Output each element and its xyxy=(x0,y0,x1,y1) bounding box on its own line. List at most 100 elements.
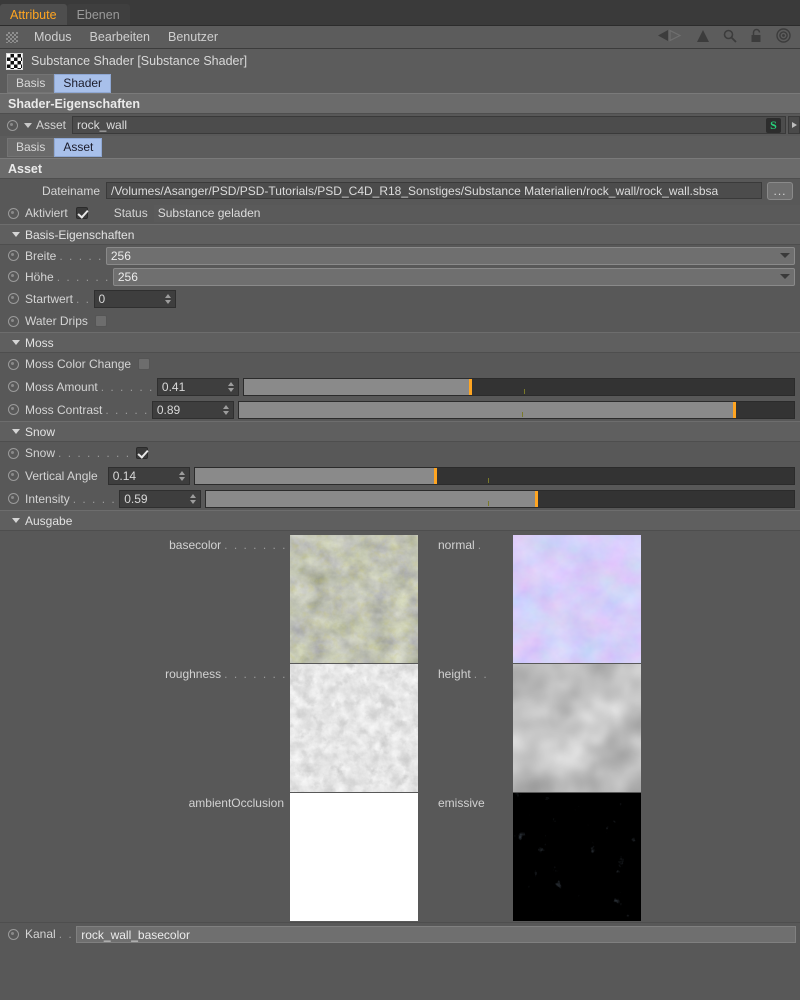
group-moss[interactable]: Moss xyxy=(0,332,800,353)
moss-color-change-anim-radio-icon[interactable] xyxy=(8,358,19,370)
startwert-dots: . . xyxy=(76,291,91,306)
moss-amount-dots: . . . . . . xyxy=(100,379,154,394)
tab-attribute[interactable]: Attribute xyxy=(0,4,67,26)
channel-value-field[interactable]: rock_wall_basecolor xyxy=(76,925,796,943)
moss-contrast-anim-radio-icon[interactable] xyxy=(8,404,19,415)
thumbnail-height[interactable] xyxy=(513,664,641,792)
lock-icon[interactable] xyxy=(750,28,763,46)
menu-bearbeiten[interactable]: Bearbeiten xyxy=(81,26,159,48)
output-row: ambientOcclusion emissive xyxy=(0,793,800,922)
startwert-anim-radio-icon[interactable] xyxy=(8,293,19,304)
output-row: basecolor . . . . . . . normal . xyxy=(0,535,800,664)
thumbnail-emissive[interactable] xyxy=(513,793,641,921)
row-moss-color-change: Moss Color Change xyxy=(0,353,800,375)
asset-open-button[interactable] xyxy=(788,116,800,134)
target-icon[interactable] xyxy=(776,28,791,46)
thumbnail-basecolor[interactable] xyxy=(290,535,418,663)
breite-anim-radio-icon[interactable] xyxy=(8,250,19,261)
group-snow[interactable]: Snow xyxy=(0,421,800,442)
browse-button[interactable]: ... xyxy=(767,181,793,200)
moss-contrast-dots: . . . . . xyxy=(105,402,149,417)
spinner-arrows-icon[interactable] xyxy=(178,470,185,481)
back-arrow-icon[interactable] xyxy=(657,29,683,45)
roughness-label: roughness xyxy=(165,667,222,681)
moss-contrast-slider[interactable] xyxy=(237,400,795,419)
water-drips-anim-radio-icon[interactable] xyxy=(8,315,19,327)
chevron-down-icon xyxy=(12,518,20,523)
row-startwert: Startwert . . 0 xyxy=(0,287,800,310)
row-intensity: Intensity . . . . . 0.59 xyxy=(0,487,800,510)
chevron-down-icon xyxy=(12,340,20,345)
output-cell-emissive: emissive xyxy=(418,793,513,922)
snow-checkbox[interactable] xyxy=(135,447,148,459)
enabled-anim-radio-icon[interactable] xyxy=(8,207,19,219)
section-header-shader-properties: Shader-Eigenschaften xyxy=(0,93,800,114)
object-tab-basis[interactable]: Basis xyxy=(7,73,55,93)
enabled-checkbox[interactable] xyxy=(75,207,88,219)
hoehe-dropdown[interactable]: 256 xyxy=(112,267,795,286)
snow-anim-radio-icon[interactable] xyxy=(8,447,19,459)
breite-dropdown[interactable]: 256 xyxy=(105,246,795,265)
slider-tick xyxy=(524,388,526,394)
slider-handle[interactable] xyxy=(535,490,539,507)
shader-tab-basis[interactable]: Basis xyxy=(7,137,55,157)
chevron-down-icon xyxy=(12,429,20,434)
asset-chevron-right-icon[interactable] xyxy=(24,122,32,128)
moss-contrast-value: 0.89 xyxy=(156,402,181,417)
asset-link-field[interactable]: rock_wall S xyxy=(72,116,786,134)
group-ausgabe[interactable]: Ausgabe xyxy=(0,510,800,531)
slider-handle[interactable] xyxy=(732,401,736,418)
moss-contrast-stepper[interactable]: 0.89 xyxy=(151,400,234,419)
intensity-anim-radio-icon[interactable] xyxy=(8,493,19,504)
water-drips-label: Water Drips xyxy=(25,314,88,328)
moss-color-change-checkbox[interactable] xyxy=(138,358,151,370)
channel-anim-radio-icon[interactable] xyxy=(8,928,19,940)
group-basis-properties[interactable]: Basis-Eigenschaften xyxy=(0,224,800,245)
startwert-value: 0 xyxy=(98,291,106,306)
vertical-angle-stepper[interactable]: 0.14 xyxy=(107,466,190,485)
thumbnail-normal[interactable] xyxy=(513,535,641,663)
page-title: Substance Shader [Substance Shader] xyxy=(31,54,248,68)
chevron-down-icon xyxy=(780,253,790,258)
spinner-arrows-icon[interactable] xyxy=(222,404,229,415)
menu-modus[interactable]: Modus xyxy=(25,26,81,48)
vertical-angle-anim-radio-icon[interactable] xyxy=(8,470,19,481)
section-header-asset: Asset xyxy=(0,158,800,179)
menu-benutzer[interactable]: Benutzer xyxy=(159,26,227,48)
breite-label: Breite xyxy=(25,248,57,263)
row-moss-contrast: Moss Contrast . . . . . 0.89 xyxy=(0,398,800,421)
moss-amount-anim-radio-icon[interactable] xyxy=(8,381,19,392)
tab-ebenen[interactable]: Ebenen xyxy=(66,4,130,26)
group-moss-label: Moss xyxy=(25,335,54,350)
asset-anim-radio-icon[interactable] xyxy=(7,119,18,131)
slider-handle[interactable] xyxy=(434,467,438,484)
shader-tab-asset[interactable]: Asset xyxy=(54,137,103,157)
hoehe-anim-radio-icon[interactable] xyxy=(8,271,19,282)
water-drips-checkbox[interactable] xyxy=(94,315,107,327)
breite-dots: . . . . . xyxy=(59,248,103,263)
grip-dots-icon[interactable] xyxy=(6,31,18,43)
thumbnail-ambientocclusion[interactable] xyxy=(290,793,418,921)
moss-amount-slider[interactable] xyxy=(242,377,795,396)
menubar: Modus Bearbeiten Benutzer xyxy=(0,26,800,49)
vertical-angle-slider[interactable] xyxy=(193,466,795,485)
spinner-arrows-icon[interactable] xyxy=(190,493,197,504)
up-arrow-icon[interactable] xyxy=(696,29,710,46)
status-label: Status xyxy=(113,206,148,220)
thumbnail-roughness[interactable] xyxy=(290,664,418,792)
output-cell-ambientocclusion: ambientOcclusion xyxy=(0,793,290,922)
hoehe-value: 256 xyxy=(117,269,138,284)
vertical-angle-label: Vertical Angle xyxy=(25,468,98,483)
object-tab-shader[interactable]: Shader xyxy=(54,73,112,93)
intensity-stepper[interactable]: 0.59 xyxy=(119,489,202,508)
slider-handle[interactable] xyxy=(469,378,473,395)
spinner-arrows-icon[interactable] xyxy=(164,293,171,304)
spinner-arrows-icon[interactable] xyxy=(227,381,234,392)
moss-amount-stepper[interactable]: 0.41 xyxy=(156,377,239,396)
filename-input[interactable]: /Volumes/Asanger/PSD/PSD-Tutorials/PSD_C… xyxy=(106,182,762,199)
intensity-label: Intensity xyxy=(25,491,70,506)
search-icon[interactable] xyxy=(723,29,737,46)
intensity-slider[interactable] xyxy=(205,489,795,508)
filename-label: Dateiname xyxy=(41,183,100,198)
startwert-stepper[interactable]: 0 xyxy=(93,289,176,308)
